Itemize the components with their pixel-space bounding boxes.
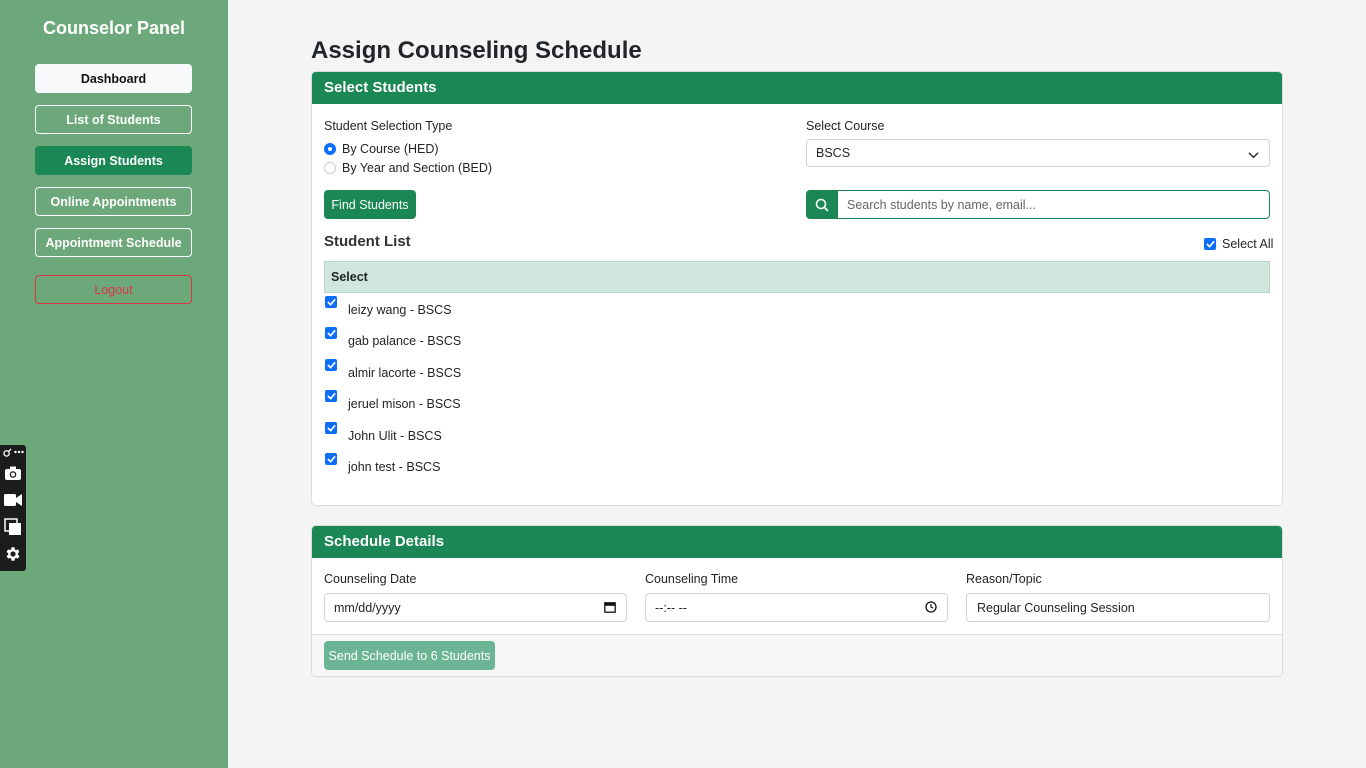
gear-icon[interactable]	[3, 544, 23, 564]
nav-assign-students[interactable]: Assign Students	[35, 146, 192, 175]
date-input[interactable]: mm/dd/yyyy	[324, 593, 627, 622]
student-name: John Ulit - BSCS	[348, 429, 442, 443]
chevron-down-icon	[1248, 148, 1259, 162]
video-icon[interactable]	[3, 490, 23, 510]
radio-by-course-label: By Course (HED)	[342, 142, 439, 156]
sidebar: Counselor Panel Dashboard List of Studen…	[0, 0, 228, 768]
select-all-label: Select All	[1222, 237, 1274, 251]
time-input[interactable]: --:-- --	[645, 593, 948, 622]
logout-button[interactable]: Logout	[35, 275, 192, 304]
student-name: almir lacorte - BSCS	[348, 366, 462, 380]
nav-appointment-schedule[interactable]: Appointment Schedule	[35, 228, 192, 257]
reason-input[interactable]: Regular Counseling Session	[966, 593, 1270, 622]
course-label: Select Course	[806, 119, 885, 133]
table-header-select: Select	[324, 261, 1270, 293]
search-group	[806, 190, 1270, 219]
radio-unselected-indicator[interactable]	[324, 162, 336, 174]
page-title: Assign Counseling Schedule	[311, 37, 642, 64]
course-select[interactable]: BSCS	[806, 139, 1270, 167]
schedule-details-header: Schedule Details	[312, 526, 1282, 558]
time-input-value: --:-- --	[655, 601, 687, 615]
calendar-icon[interactable]	[604, 601, 616, 616]
date-input-value: mm/dd/yyyy	[334, 601, 401, 615]
nav-online-appointments[interactable]: Online Appointments	[35, 187, 192, 216]
student-row[interactable]: gab palance - BSCS	[324, 327, 724, 348]
select-students-header: Select Students	[312, 72, 1282, 104]
checkbox-checked-icon[interactable]	[325, 453, 337, 465]
student-row[interactable]: John Ulit - BSCS	[324, 422, 724, 443]
student-row[interactable]: leizy wang - BSCS	[324, 296, 724, 317]
pin-icon[interactable]	[2, 445, 13, 459]
date-label: Counseling Date	[324, 572, 417, 586]
course-select-value: BSCS	[816, 146, 851, 160]
student-name: gab palance - BSCS	[348, 334, 462, 348]
student-row[interactable]: jeruel mison - BSCS	[324, 390, 724, 411]
student-list-title: Student List	[324, 233, 411, 250]
sidebar-title: Counselor Panel	[42, 18, 186, 38]
reason-input-value: Regular Counseling Session	[977, 601, 1135, 615]
find-students-button[interactable]: Find Students	[324, 190, 416, 219]
nav-dashboard[interactable]: Dashboard	[35, 64, 192, 93]
checkbox-checked-icon[interactable]	[325, 296, 337, 308]
camera-icon[interactable]	[3, 463, 23, 483]
send-schedule-button[interactable]: Send Schedule to 6 Students	[324, 641, 495, 670]
student-name: jeruel mison - BSCS	[348, 397, 461, 411]
selection-type-label: Student Selection Type	[324, 119, 453, 133]
checkbox-checked-icon[interactable]	[325, 390, 337, 402]
checkbox-checked-icon[interactable]	[1204, 238, 1216, 250]
radio-by-course[interactable]: By Course (HED)	[324, 142, 439, 156]
clock-icon[interactable]	[925, 601, 937, 616]
schedule-details-card: Schedule Details Counseling Date mm/dd/y…	[311, 525, 1283, 677]
student-name: leizy wang - BSCS	[348, 303, 452, 317]
capture-toolbar	[0, 445, 26, 571]
radio-by-year-section[interactable]: By Year and Section (BED)	[324, 161, 492, 175]
student-name: john test - BSCS	[348, 460, 441, 474]
checkbox-checked-icon[interactable]	[325, 422, 337, 434]
nav-list-of-students[interactable]: List of Students	[35, 105, 192, 134]
more-icon[interactable]	[13, 445, 25, 459]
schedule-card-footer: Send Schedule to 6 Students	[312, 634, 1282, 676]
radio-selected-indicator[interactable]	[324, 143, 336, 155]
student-row[interactable]: almir lacorte - BSCS	[324, 359, 724, 380]
select-students-card: Select Students Student Selection Type B…	[311, 71, 1283, 506]
radio-by-year-section-label: By Year and Section (BED)	[342, 161, 493, 175]
search-icon[interactable]	[806, 190, 838, 219]
checkbox-checked-icon[interactable]	[325, 327, 337, 339]
checkbox-checked-icon[interactable]	[325, 359, 337, 371]
select-all-checkbox[interactable]: Select All	[1204, 237, 1273, 251]
reason-label: Reason/Topic	[966, 572, 1042, 586]
student-row[interactable]: john test - BSCS	[324, 453, 724, 474]
time-label: Counseling Time	[645, 572, 739, 586]
search-input[interactable]	[837, 190, 1270, 219]
copy-icon[interactable]	[3, 517, 23, 537]
